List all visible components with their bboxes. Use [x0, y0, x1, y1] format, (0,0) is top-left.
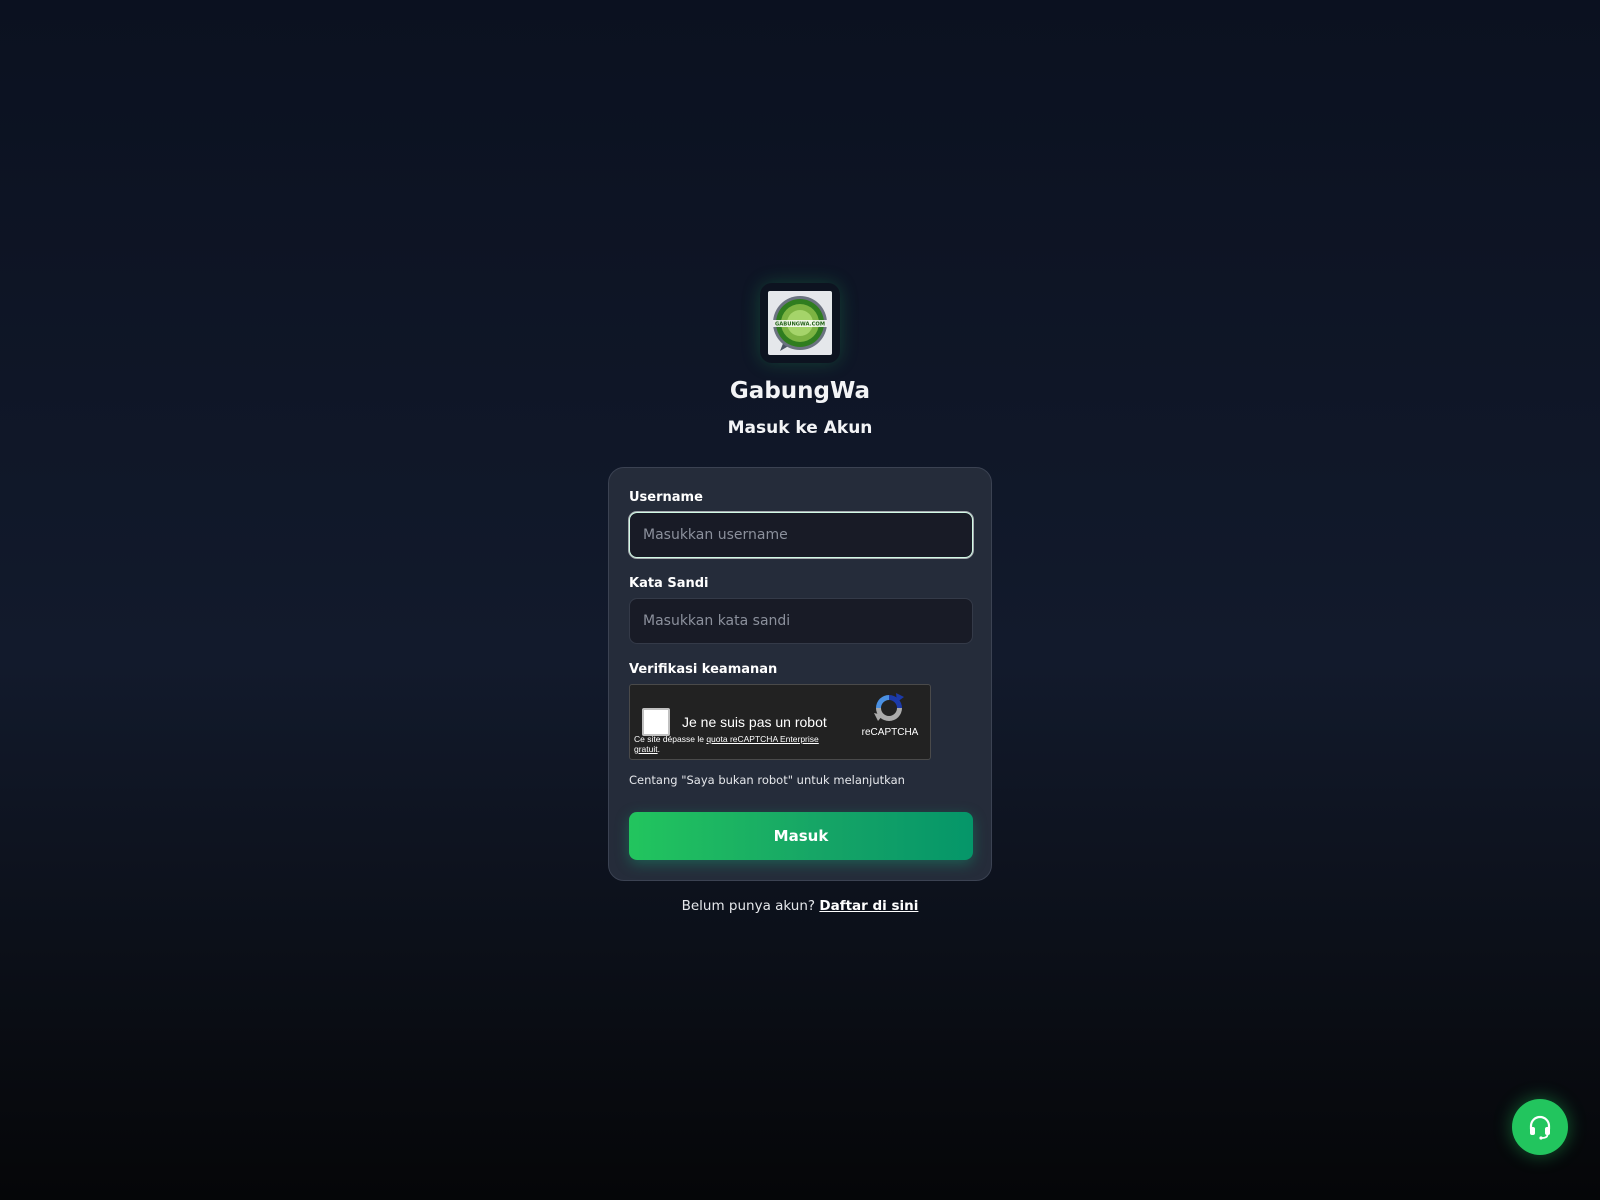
recaptcha-brand: reCAPTCHA: [861, 727, 919, 738]
page-subtitle: Masuk ke Akun: [727, 418, 873, 438]
password-label: Kata Sandi: [629, 576, 709, 591]
login-card: Username Kata Sandi Verifikasi keamanan …: [608, 467, 992, 881]
recaptcha-logo-icon: [874, 693, 904, 721]
username-label: Username: [629, 490, 703, 505]
recaptcha-quota-suffix: .: [657, 744, 660, 754]
login-page: GABUNGWA.COM GabungWa Masuk ke Akun User…: [0, 0, 1600, 1200]
recaptcha-widget: Je ne suis pas un robot reCAPTCHA Ce sit…: [629, 684, 931, 760]
login-button[interactable]: Masuk: [629, 812, 973, 860]
svg-text:GABUNGWA.COM: GABUNGWA.COM: [775, 322, 825, 328]
username-input[interactable]: [629, 512, 973, 558]
logo-container: GABUNGWA.COM: [760, 283, 840, 363]
signup-link[interactable]: Daftar di sini: [819, 898, 918, 914]
recaptcha-checkbox[interactable]: [642, 708, 670, 736]
support-button[interactable]: [1512, 1099, 1568, 1155]
logo-globe-icon: GABUNGWA.COM: [773, 296, 827, 351]
password-input[interactable]: [629, 598, 973, 644]
app-name: GabungWa: [729, 378, 871, 404]
recaptcha-hint: Centang "Saya bukan robot" untuk melanju…: [629, 773, 905, 787]
verification-label: Verifikasi keamanan: [629, 662, 778, 677]
recaptcha-quota-notice: Ce site dépasse le quota reCAPTCHA Enter…: [634, 734, 834, 754]
recaptcha-quota-text: Ce site dépasse le: [634, 734, 704, 744]
signup-prompt: Belum punya akun? Daftar di sini: [0, 898, 1600, 914]
recaptcha-checkbox-label: Je ne suis pas un robot: [682, 714, 827, 730]
gabungwa-logo: GABUNGWA.COM: [768, 291, 832, 355]
headset-icon: [1529, 1115, 1551, 1140]
signup-prompt-text: Belum punya akun?: [681, 898, 816, 914]
